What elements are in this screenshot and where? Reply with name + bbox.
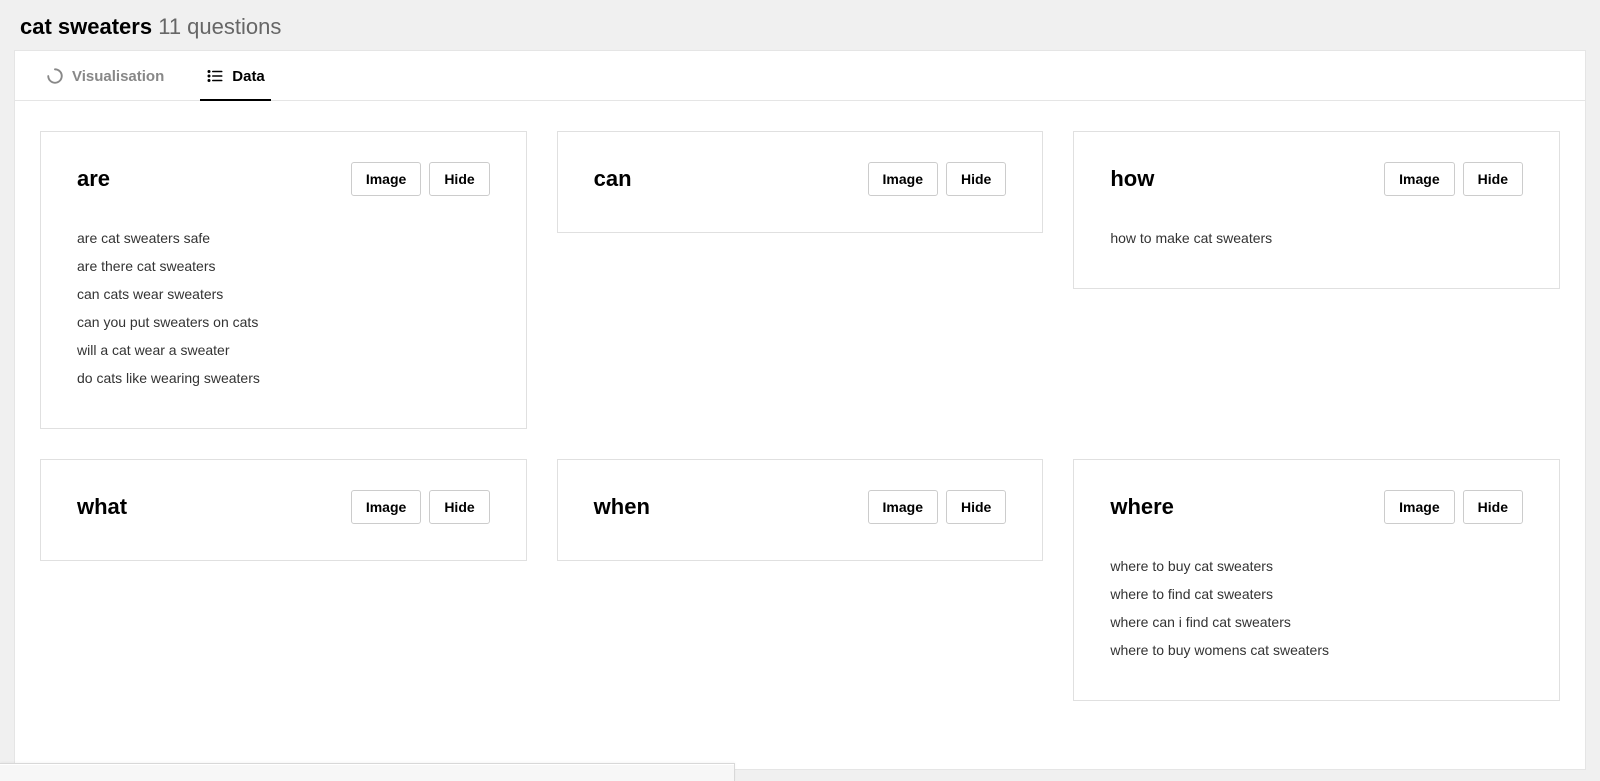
question-card: what ImageHide xyxy=(40,459,527,561)
question-card: when ImageHide xyxy=(557,459,1044,561)
tab-data-label: Data xyxy=(232,68,265,85)
card-header: how Image Hide xyxy=(1110,162,1523,196)
hide-button[interactable]: Hide xyxy=(429,490,489,524)
question-item[interactable]: do cats like wearing sweaters xyxy=(77,364,490,392)
image-button[interactable]: Image xyxy=(868,490,938,524)
visualisation-icon xyxy=(46,67,64,85)
question-item[interactable]: can cats wear sweaters xyxy=(77,280,490,308)
card-header: what ImageHide xyxy=(77,490,490,524)
card-buttons: ImageHide xyxy=(868,490,1007,524)
list-icon xyxy=(206,67,224,85)
question-item[interactable]: where to buy cat sweaters xyxy=(1110,552,1523,580)
question-item[interactable]: will a cat wear a sweater xyxy=(77,336,490,364)
question-item[interactable]: how to make cat sweaters xyxy=(1110,224,1523,252)
tab-data[interactable]: Data xyxy=(200,51,271,101)
card-header: where Image Hide xyxy=(1110,490,1523,524)
card-buttons: Image Hide xyxy=(1384,490,1523,524)
question-card: can ImageHide xyxy=(557,131,1044,233)
tab-bar: Visualisation Data xyxy=(15,51,1585,101)
question-item[interactable]: where to find cat sweaters xyxy=(1110,580,1523,608)
card-buttons: ImageHide xyxy=(351,162,490,196)
question-card: are ImageHide are cat sweaters safeare the… xyxy=(40,131,527,429)
hide-button[interactable]: Hide xyxy=(429,162,489,196)
card-buttons: Image Hide xyxy=(1384,162,1523,196)
hide-button[interactable]: Hide xyxy=(946,162,1006,196)
card-title: what xyxy=(77,494,127,520)
search-keyword: cat sweaters xyxy=(20,14,152,39)
page-title: cat sweaters 11 questions xyxy=(20,14,1580,40)
cards-grid: areImageHideare cat sweaters safeare the… xyxy=(15,101,1585,731)
image-button[interactable]: Image xyxy=(1384,162,1454,196)
hide-button[interactable]: Hide xyxy=(1463,490,1523,524)
question-item[interactable]: are cat sweaters safe xyxy=(77,224,490,252)
card-buttons: ImageHide xyxy=(351,490,490,524)
question-item[interactable]: are there cat sweaters xyxy=(77,252,490,280)
question-card: whereImageHidewhere to buy cat sweatersw… xyxy=(1073,459,1560,701)
card-title: are xyxy=(77,166,110,192)
card-header: when ImageHide xyxy=(594,490,1007,524)
content-panel: Visualisation Data areImageHideare cat s… xyxy=(14,50,1586,770)
card-buttons: ImageHide xyxy=(868,162,1007,196)
tab-visualisation-label: Visualisation xyxy=(72,68,164,85)
question-item[interactable]: where to buy womens cat sweaters xyxy=(1110,636,1523,664)
image-button[interactable]: Image xyxy=(351,162,421,196)
hide-button[interactable]: Hide xyxy=(1463,162,1523,196)
card-header: are ImageHide xyxy=(77,162,490,196)
card-header: can ImageHide xyxy=(594,162,1007,196)
question-item[interactable]: where can i find cat sweaters xyxy=(1110,608,1523,636)
question-count: 11 questions xyxy=(158,14,281,39)
card-body: where to buy cat sweaterswhere to find c… xyxy=(1110,552,1523,664)
card-title: can xyxy=(594,166,632,192)
card-body: are cat sweaters safeare there cat sweat… xyxy=(77,224,490,392)
hide-button[interactable]: Hide xyxy=(946,490,1006,524)
image-button[interactable]: Image xyxy=(868,162,938,196)
question-item[interactable]: can you put sweaters on cats xyxy=(77,308,490,336)
image-button[interactable]: Image xyxy=(1384,490,1454,524)
horizontal-scrollbar[interactable] xyxy=(0,763,735,781)
card-title: when xyxy=(594,494,650,520)
tab-visualisation[interactable]: Visualisation xyxy=(40,51,170,101)
card-body: how to make cat sweaters xyxy=(1110,224,1523,252)
question-card: how Image Hide how to make cat sweaters xyxy=(1073,131,1560,289)
card-title: how xyxy=(1110,166,1154,192)
page-header: cat sweaters 11 questions xyxy=(0,0,1600,50)
card-title: where xyxy=(1110,494,1174,520)
image-button[interactable]: Image xyxy=(351,490,421,524)
